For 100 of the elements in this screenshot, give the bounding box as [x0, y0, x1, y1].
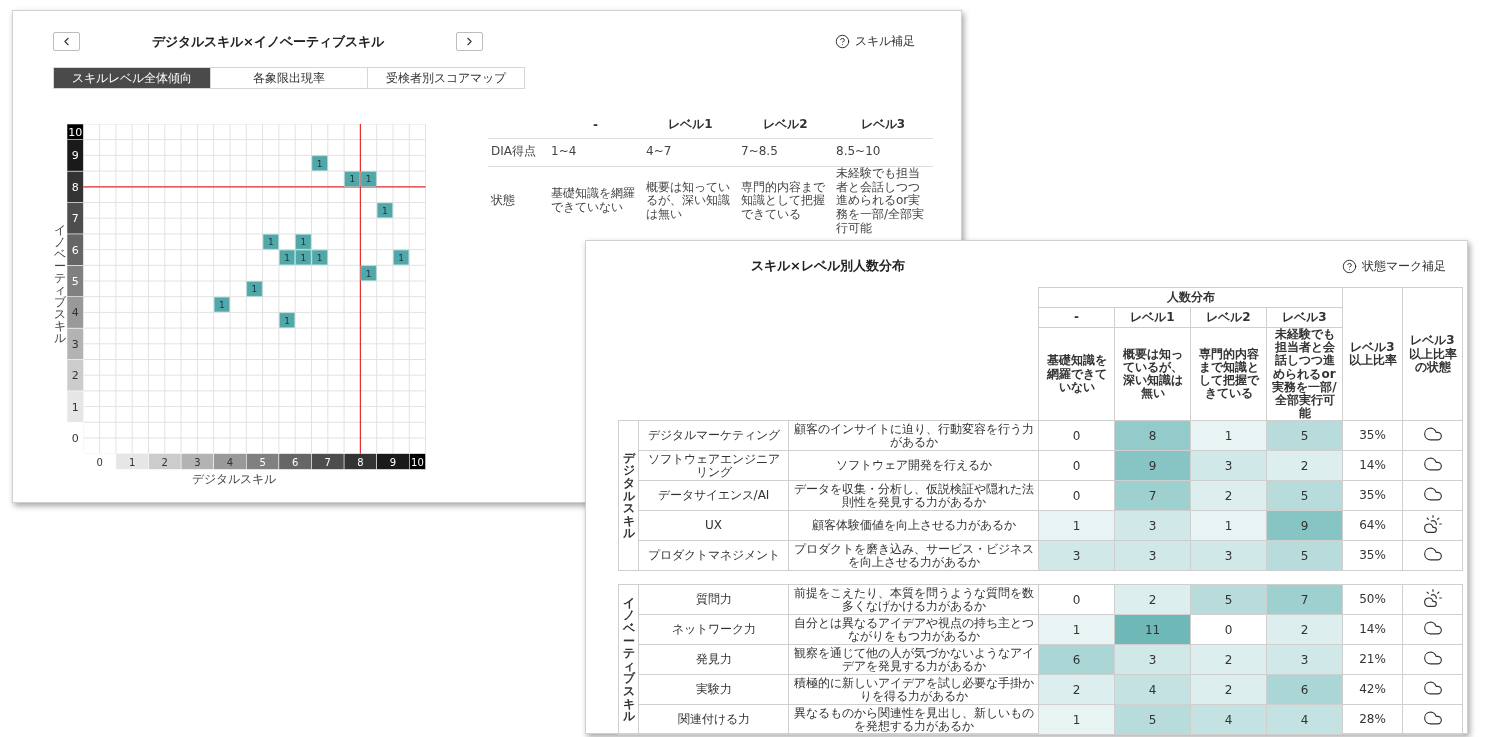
- description-cell: 自分とは異なるアイデアや視点の持ち主とつながりをもつ力があるか: [788, 614, 1039, 645]
- x-tick-label: 7: [324, 456, 331, 468]
- data-point: 1: [279, 249, 295, 266]
- table-cell: 概要は知っているが、深い知識は無い: [643, 166, 738, 236]
- y-tick-label: 1: [71, 400, 79, 414]
- count-cell: 9: [1266, 510, 1343, 541]
- description-cell: 顧客のインサイトに迫り、行動変容を行う力があるか: [788, 420, 1039, 451]
- table-cell: 4~7: [643, 138, 738, 166]
- ratio-cell: 50%: [1342, 584, 1403, 615]
- table-cell: 7~8.5: [738, 138, 833, 166]
- y-axis-tick: 5: [67, 265, 84, 297]
- skill-name-cell: ソフトウェアエンジニアリング: [638, 450, 789, 481]
- next-button[interactable]: [456, 32, 483, 51]
- count-cell: 3: [1114, 644, 1191, 675]
- y-axis-tick: 8: [67, 170, 84, 203]
- count-cell: 5: [1266, 540, 1343, 571]
- count-cell: 7: [1266, 584, 1343, 615]
- data-point: 1: [279, 312, 295, 328]
- count-cell: 2: [1114, 584, 1191, 615]
- x-axis-tick: 3: [180, 453, 214, 470]
- y-axis-tick: 2: [67, 359, 84, 392]
- description-cell: 積極的に新しいアイデアを試し必要な手掛かりを得る力があるか: [788, 674, 1039, 705]
- count-cell: 0: [1038, 420, 1115, 451]
- ratio-cell: 21%: [1342, 644, 1403, 675]
- count-cell: 6: [1038, 644, 1115, 675]
- column-header: 基礎知識を網羅できていない: [1038, 327, 1115, 421]
- count-cell: 2: [1190, 480, 1267, 511]
- count-cell: 6: [1266, 674, 1343, 705]
- count-cell: 11: [1114, 614, 1191, 645]
- y-tick-label: 5: [71, 275, 79, 288]
- count-cell: 7: [1114, 480, 1191, 511]
- description-cell: データを収集・分析し、仮説検証や隠れた法則性を発見する力があるか: [788, 480, 1039, 511]
- count-cell: 4: [1266, 704, 1343, 735]
- count-cell: 3: [1190, 450, 1267, 481]
- column-header: 専門的内容まで知識として把握できている: [1190, 327, 1267, 421]
- x-axis-tick: 6: [278, 453, 312, 470]
- y-axis-tick: 9: [67, 139, 84, 172]
- ratio-cell: 35%: [1342, 540, 1403, 571]
- description-cell: ソフトウェア開発を行えるか: [788, 450, 1039, 481]
- help-icon: [1342, 258, 1357, 274]
- y-tick-label: 0: [71, 432, 79, 445]
- data-point: 1: [360, 171, 377, 187]
- skill-name-cell: デジタルマーケティング: [638, 420, 789, 451]
- ratio-cell: 28%: [1342, 704, 1403, 735]
- skill-name-cell: 関連付ける力: [638, 704, 789, 735]
- x-axis-tick: 8: [343, 453, 377, 470]
- ratio-cell: 42%: [1342, 674, 1403, 705]
- tab[interactable]: スキルレベル全体傾向: [54, 68, 210, 88]
- column-header: レベル1: [643, 112, 738, 138]
- data-point: 1: [360, 265, 377, 281]
- count-cell: 2: [1038, 674, 1115, 705]
- previous-button[interactable]: [53, 32, 80, 51]
- x-axis-tick: 10: [409, 453, 426, 470]
- x-axis-tick: 7: [311, 453, 345, 470]
- count-cell: 9: [1114, 450, 1191, 481]
- description-cell: 観察を通じて他の人が気づかないようなアイデアを発見する力があるか: [788, 644, 1039, 675]
- description-cell: プロダクトを磨き込み、サービス・ビジネスを向上させる力があるか: [788, 540, 1039, 571]
- skill-name-cell: ネットワーク力: [638, 614, 789, 645]
- column-header: -: [1038, 307, 1115, 328]
- data-point: 1: [213, 296, 230, 313]
- count-cell: 5: [1266, 420, 1343, 451]
- column-header: 未経験でも担当者と会話しつつ進められるor実務を一部/全部実行可能: [1266, 327, 1343, 421]
- help-link[interactable]: スキル補足: [835, 33, 915, 50]
- x-tick-label: 2: [161, 456, 168, 468]
- count-cell: 8: [1114, 420, 1191, 451]
- description-cell: 顧客体験価値を向上させる力があるか: [788, 510, 1039, 541]
- x-tick-label: 3: [194, 456, 201, 468]
- count-cell: 3: [1114, 540, 1191, 571]
- row-header: 状態: [488, 166, 548, 236]
- ratio-cell: 35%: [1342, 480, 1403, 511]
- count-cell: 0: [1038, 480, 1115, 511]
- count-cell: 5: [1190, 584, 1267, 615]
- count-cell: 2: [1266, 450, 1343, 481]
- data-point: 1: [376, 202, 393, 218]
- x-tick-label: 6: [292, 456, 299, 468]
- x-tick-label: 0: [96, 456, 103, 468]
- y-axis-tick: 1: [67, 390, 84, 423]
- skill-name-cell: 実験力: [638, 674, 789, 705]
- count-cell: 3: [1266, 644, 1343, 675]
- x-axis-tick: 5: [246, 453, 280, 470]
- count-cell: 1: [1038, 614, 1115, 645]
- x-axis-tick: 2: [148, 453, 182, 470]
- count-cell: 3: [1114, 510, 1191, 541]
- help-link[interactable]: 状態マーク補足: [1342, 257, 1446, 275]
- y-axis-tick: 3: [67, 327, 84, 360]
- y-tick-label: 2: [71, 369, 79, 383]
- data-point: 1: [262, 234, 279, 250]
- column-header: レベル2: [738, 112, 833, 138]
- column-header: レベル3以上比率: [1342, 287, 1403, 421]
- description-cell: 前提をこえたり、本質を問うような質問を数多くなげかける力があるか: [788, 584, 1039, 615]
- x-tick-label: 4: [226, 456, 234, 468]
- count-cell: 1: [1190, 420, 1267, 451]
- data-point: 1: [295, 234, 312, 250]
- count-cell: 3: [1190, 540, 1267, 571]
- column-header: レベル3: [833, 112, 933, 138]
- table-cell: 基礎知識を網羅できていない: [548, 166, 643, 236]
- count-cell: 5: [1114, 704, 1191, 735]
- skill-name-cell: データサイエンス/AI: [638, 480, 789, 511]
- x-tick-label: 8: [357, 456, 364, 468]
- table-cell: 1~4: [548, 138, 643, 166]
